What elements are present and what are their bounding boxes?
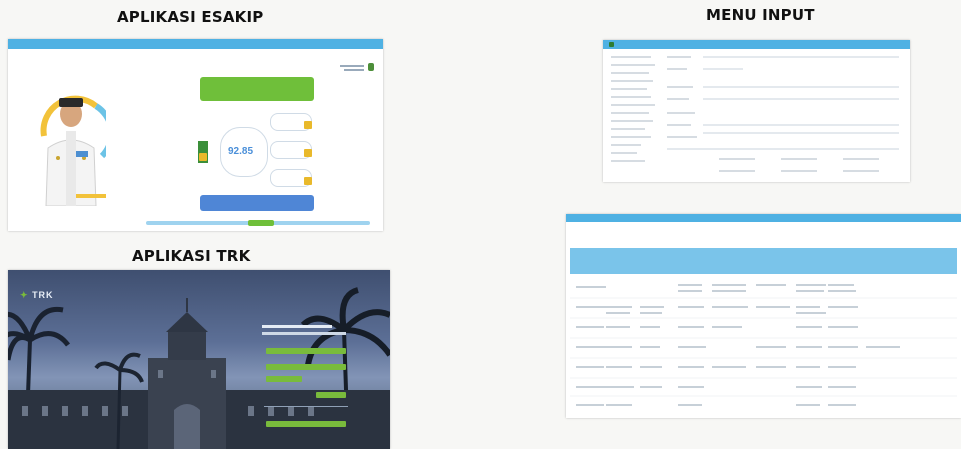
menu-input-box[interactable] <box>781 158 817 160</box>
menu-sidebar-item[interactable] <box>611 112 649 114</box>
menu-sidebar-item[interactable] <box>611 64 655 66</box>
esakip-user-text <box>340 65 364 67</box>
esakip-branch-2-tag <box>304 149 312 157</box>
menu-sidebar-item[interactable] <box>611 136 651 138</box>
esakip-score-tag <box>199 153 207 161</box>
menu-form-label <box>667 86 693 88</box>
trk-welcome-subtext <box>262 332 346 335</box>
menu-input-heading: MENU INPUT <box>706 6 815 24</box>
menu-sidebar-item[interactable] <box>611 128 645 130</box>
trk-username-input[interactable] <box>266 348 346 354</box>
menu-sidebar-item[interactable] <box>611 80 653 82</box>
esakip-score-value: 92.85 <box>228 146 254 157</box>
menu-input-box[interactable] <box>781 170 817 172</box>
menu-sidebar-item[interactable] <box>611 152 637 154</box>
menu-form-label <box>667 68 687 70</box>
menu-form-field[interactable] <box>703 86 899 88</box>
menu-input-topbar <box>603 40 910 49</box>
trk-heading: APLIKASI TRK <box>132 247 251 265</box>
menu-input-box[interactable] <box>719 170 755 172</box>
esakip-branch-3-tag <box>304 177 312 185</box>
menu-form-label <box>667 136 697 138</box>
menu-input-box[interactable] <box>843 170 879 172</box>
menu-sidebar-item[interactable] <box>611 104 655 106</box>
trk-password-input[interactable] <box>266 364 346 370</box>
menu-form-field[interactable] <box>703 68 743 70</box>
esakip-screenshot: 92.85 <box>8 39 383 231</box>
trk-sso-button[interactable] <box>266 421 346 427</box>
trk-logo-text: TRK <box>32 290 54 300</box>
table-topbar <box>566 214 961 222</box>
esakip-slider-handle[interactable] <box>248 220 274 226</box>
menu-input-box[interactable] <box>843 158 879 160</box>
table-header <box>570 248 957 274</box>
trk-welcome-text <box>262 325 332 328</box>
esakip-header-box <box>200 77 314 101</box>
menu-form-label <box>667 98 689 100</box>
menu-form-field[interactable] <box>703 132 899 134</box>
esakip-footer-box <box>200 195 314 211</box>
trk-logo: ✦ TRK <box>20 290 54 301</box>
esakip-branch-1-tag <box>304 121 312 129</box>
menu-form-label <box>667 56 691 58</box>
trk-screenshot: ✦ TRK <box>8 270 390 449</box>
menu-input-table-screenshot <box>566 214 961 418</box>
menu-form-field[interactable] <box>667 148 899 150</box>
trk-captcha[interactable] <box>266 376 302 382</box>
esakip-logo <box>368 63 374 71</box>
data-table <box>570 284 957 406</box>
menu-form-label <box>667 124 691 126</box>
esakip-content: 92.85 <box>8 49 383 231</box>
trk-login-button[interactable] <box>316 392 346 398</box>
menu-sidebar-item[interactable] <box>611 160 645 162</box>
esakip-user-text-2 <box>344 69 364 71</box>
menu-sidebar-item[interactable] <box>611 144 641 146</box>
esakip-score-card: 92.85 <box>220 127 268 177</box>
menu-input-box[interactable] <box>719 158 755 160</box>
menu-input-screenshot <box>603 40 910 182</box>
menu-sidebar-item[interactable] <box>611 72 649 74</box>
menu-sidebar-item[interactable] <box>611 120 653 122</box>
governor-portrait <box>40 95 106 206</box>
trk-logo-icon: ✦ <box>20 290 29 300</box>
menu-form-field[interactable] <box>703 56 899 58</box>
trk-divider <box>264 406 348 407</box>
menu-form-field[interactable] <box>703 98 899 100</box>
menu-form-label <box>667 112 695 114</box>
esakip-topbar <box>8 39 383 49</box>
esakip-heading: APLIKASI ESAKIP <box>117 8 264 26</box>
menu-sidebar-item[interactable] <box>611 88 647 90</box>
menu-form-field[interactable] <box>703 124 899 126</box>
menu-input-logo <box>609 42 614 47</box>
menu-sidebar-item[interactable] <box>611 96 651 98</box>
menu-sidebar-item[interactable] <box>611 56 651 58</box>
